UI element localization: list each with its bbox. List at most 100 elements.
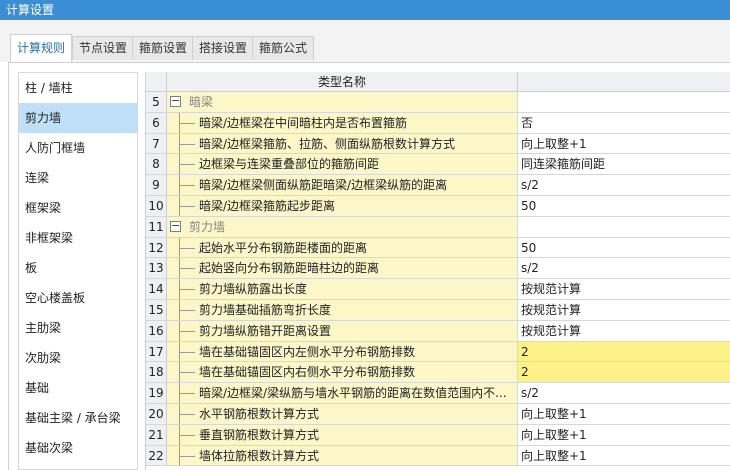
row-number: 8	[146, 154, 167, 175]
sidebar-item-civil-defense-door-wall[interactable]: 人防门框墙	[19, 133, 137, 163]
table-row[interactable]: 7 暗梁/边框梁箍筋、拉筋、侧面纵筋根数计算方式 向上取整+1	[146, 133, 730, 155]
tree-line-horizontal	[179, 455, 195, 457]
setting-value-cell[interactable]: 向上取整+1	[518, 133, 730, 154]
sidebar-item-foundation-main-beam[interactable]: 基础主梁 / 承台梁	[19, 403, 137, 433]
setting-value-cell[interactable]	[518, 216, 730, 237]
tree-line-horizontal	[179, 143, 195, 145]
setting-value-cell[interactable]: s/2	[518, 258, 730, 279]
setting-label: 剪力墙基础插筋弯折长度	[199, 302, 332, 317]
tab-calc-rules[interactable]: 计算规则	[10, 34, 73, 62]
setting-label: 墙在基础锚固区内右侧水平分布钢筋排数	[199, 365, 416, 380]
table-row[interactable]: 20 水平钢筋根数计算方式 向上取整+1	[146, 403, 730, 425]
row-number: 17	[146, 341, 167, 362]
setting-label: 起始水平分布钢筋距楼面的距离	[199, 240, 368, 255]
sidebar-item-foundation-secondary-beam[interactable]: 基础次梁	[19, 433, 137, 463]
setting-value-cell[interactable]: 按规范计算	[518, 320, 730, 341]
sidebar-item-foundation[interactable]: 基础	[19, 373, 137, 403]
row-name-cell[interactable]: − 剪力墙	[167, 216, 518, 237]
table-row[interactable]: 8 边框梁与连梁重叠部位的箍筋间距 同连梁箍筋间距	[146, 154, 730, 176]
row-name-cell[interactable]: 剪力墙纵筋错开距离设置	[167, 320, 518, 341]
table-row[interactable]: 12 起始水平分布钢筋距楼面的距离 50	[146, 237, 730, 259]
row-name-cell[interactable]: − 暗梁	[167, 92, 518, 112]
row-number: 10	[146, 195, 167, 216]
setting-value-cell[interactable]: 同连梁箍筋间距	[518, 154, 730, 175]
collapse-toggle-icon[interactable]: −	[170, 220, 181, 232]
row-name-cell[interactable]: 剪力墙基础插筋弯折长度	[167, 299, 518, 320]
row-name-cell[interactable]: 墙体拉筋根数计算方式	[167, 445, 518, 466]
row-name-cell[interactable]: 水平钢筋根数计算方式	[167, 403, 518, 424]
tab-stirrup-formula[interactable]: 箍筋公式	[252, 36, 315, 60]
tab-stirrup-settings[interactable]: 箍筋设置	[132, 36, 195, 60]
row-name-cell[interactable]: 暗梁/边框梁箍筋、拉筋、侧面纵筋根数计算方式	[167, 133, 518, 154]
row-number: 22	[146, 445, 167, 466]
tab-node-settings[interactable]: 节点设置	[72, 36, 135, 60]
row-name-cell[interactable]: 暗梁/边框梁侧面纵筋距暗梁/边框梁纵筋的距离	[167, 175, 518, 195]
table-row[interactable]: 9 暗梁/边框梁侧面纵筋距暗梁/边框梁纵筋的距离 s/2	[146, 175, 730, 196]
row-name-cell[interactable]: 起始水平分布钢筋距楼面的距离	[167, 237, 518, 258]
setting-value-cell[interactable]: 向上取整+1	[518, 424, 730, 445]
table-row[interactable]: 22 墙体拉筋根数计算方式 向上取整+1	[146, 445, 730, 467]
tree-line-horizontal	[179, 372, 195, 374]
row-name-cell[interactable]: 垂直钢筋根数计算方式	[167, 424, 518, 445]
setting-value-cell[interactable]: s/2	[518, 383, 730, 403]
row-number: 20	[146, 403, 167, 424]
row-name-cell[interactable]: 墙在基础锚固区内右侧水平分布钢筋排数	[167, 362, 518, 383]
row-name-cell[interactable]: 边框梁与连梁重叠部位的箍筋间距	[167, 154, 518, 175]
row-number: 13	[146, 258, 167, 279]
setting-value-cell[interactable]	[518, 92, 730, 112]
row-number: 6	[146, 112, 167, 133]
sidebar-item-non-frame-beam[interactable]: 非框架梁	[19, 223, 137, 253]
tree-line-horizontal	[179, 309, 195, 311]
setting-value-cell[interactable]: 按规范计算	[518, 299, 730, 320]
setting-value-cell[interactable]: 50	[518, 195, 730, 216]
sidebar-item-column[interactable]: 柱 / 墙柱	[19, 73, 137, 103]
setting-value-cell[interactable]: 2	[518, 362, 730, 383]
row-name-cell[interactable]: 起始竖向分布钢筋距暗柱边的距离	[167, 258, 518, 279]
tree-line-horizontal	[179, 164, 195, 166]
row-number: 18	[146, 362, 167, 383]
row-number: 16	[146, 320, 167, 341]
collapse-toggle-icon[interactable]: −	[170, 95, 181, 107]
sidebar-item-main-rib-beam[interactable]: 主肋梁	[19, 313, 137, 343]
row-name-cell[interactable]: 剪力墙纵筋露出长度	[167, 279, 518, 299]
table-row[interactable]: 19 暗梁/边框梁/梁纵筋与墙水平钢筋的距离在数值范围内不... s/2	[146, 383, 730, 404]
table-row[interactable]: 15 剪力墙基础插筋弯折长度 按规范计算	[146, 299, 730, 321]
setting-value-cell[interactable]: 否	[518, 112, 730, 133]
row-number: 11	[146, 216, 167, 237]
setting-label: 墙在基础锚固区内左侧水平分布钢筋排数	[199, 344, 416, 359]
setting-value-cell[interactable]: 向上取整+1	[518, 403, 730, 424]
table-row[interactable]: 18 墙在基础锚固区内右侧水平分布钢筋排数 2	[146, 362, 730, 384]
setting-label: 暗梁/边框梁/梁纵筋与墙水平钢筋的距离在数值范围内不...	[199, 386, 507, 401]
grid-header-type-name: 类型名称	[167, 72, 518, 92]
table-row[interactable]: 16 剪力墙纵筋错开距离设置 按规范计算	[146, 320, 730, 342]
row-name-cell[interactable]: 暗梁/边框梁箍筋起步距离	[167, 195, 518, 216]
table-row[interactable]: 6 暗梁/边框梁在中间暗柱内是否布置箍筋 否	[146, 112, 730, 134]
tab-lap-settings[interactable]: 搭接设置	[192, 36, 255, 60]
setting-value-cell[interactable]: s/2	[518, 175, 730, 195]
setting-value-cell[interactable]: 2	[518, 341, 730, 362]
row-name-cell[interactable]: 暗梁/边框梁在中间暗柱内是否布置箍筋	[167, 112, 518, 133]
sidebar-item-shear-wall[interactable]: 剪力墙	[19, 103, 137, 133]
table-row[interactable]: 10 暗梁/边框梁箍筋起步距离 50	[146, 195, 730, 217]
table-row[interactable]: 17 墙在基础锚固区内左侧水平分布钢筋排数 2	[146, 341, 730, 363]
tree-line-horizontal	[179, 330, 195, 332]
setting-label: 垂直钢筋根数计算方式	[199, 427, 320, 442]
setting-label: 墙体拉筋根数计算方式	[199, 448, 320, 463]
sidebar-item-hollow-slab[interactable]: 空心楼盖板	[19, 283, 137, 313]
sidebar-item-coupling-beam[interactable]: 连梁	[19, 163, 137, 193]
table-row[interactable]: 13 起始竖向分布钢筋距暗柱边的距离 s/2	[146, 258, 730, 280]
group-row[interactable]: 5− 暗梁	[146, 92, 730, 113]
table-row[interactable]: 21 垂直钢筋根数计算方式 向上取整+1	[146, 424, 730, 446]
row-name-cell[interactable]: 暗梁/边框梁/梁纵筋与墙水平钢筋的距离在数值范围内不...	[167, 383, 518, 403]
table-row[interactable]: 14 剪力墙纵筋露出长度 按规范计算	[146, 279, 730, 300]
group-row[interactable]: 11− 剪力墙	[146, 216, 730, 238]
group-label: 剪力墙	[189, 219, 226, 234]
setting-value-cell[interactable]: 向上取整+1	[518, 445, 730, 466]
setting-value-cell[interactable]: 50	[518, 237, 730, 258]
sidebar-item-secondary-rib-beam[interactable]: 次肋梁	[19, 343, 137, 373]
setting-label: 边框梁与连梁重叠部位的箍筋间距	[199, 157, 380, 172]
row-name-cell[interactable]: 墙在基础锚固区内左侧水平分布钢筋排数	[167, 341, 518, 362]
setting-value-cell[interactable]: 按规范计算	[518, 279, 730, 299]
sidebar-item-slab[interactable]: 板	[19, 253, 137, 283]
sidebar-item-frame-beam[interactable]: 框架梁	[19, 193, 137, 223]
